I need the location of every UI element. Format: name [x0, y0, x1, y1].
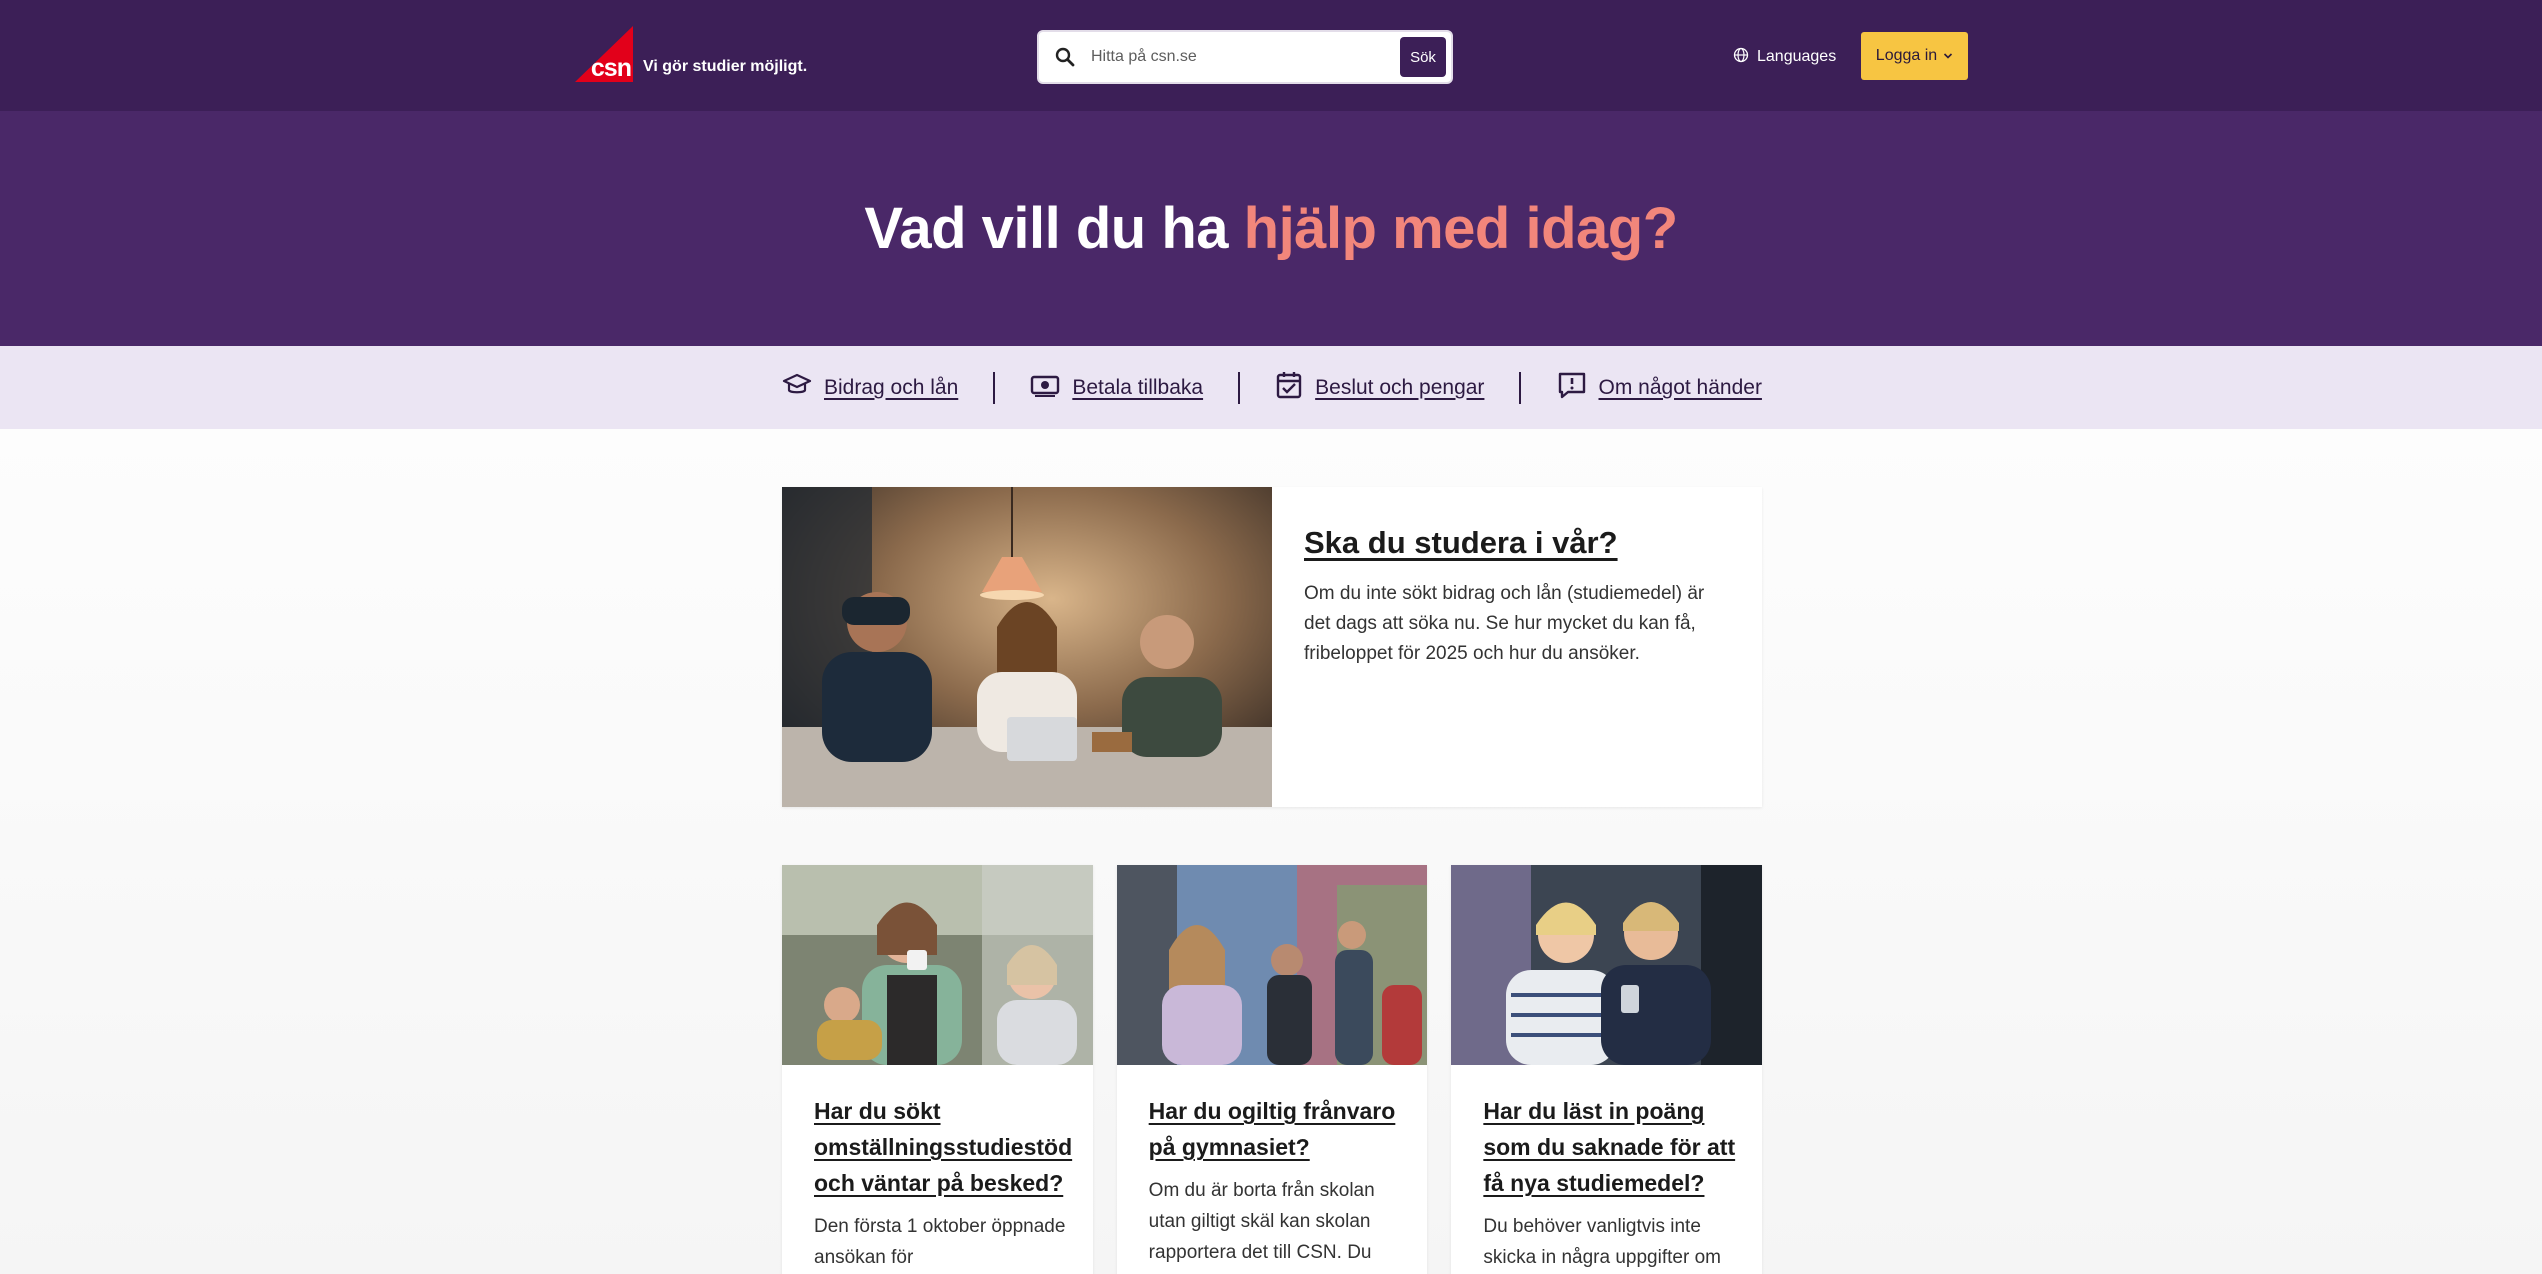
article-card: Har du läst in poäng som du saknade för … — [1451, 865, 1763, 1274]
csn-logo-mark: csn — [575, 26, 633, 82]
globe-icon — [1733, 47, 1749, 68]
chevron-down-icon — [1943, 47, 1953, 65]
featured-title-link[interactable]: Ska du studera i vår? — [1304, 525, 1618, 561]
quicknav-divider — [993, 371, 996, 404]
site-header: csn Vi gör studier möjligt. Sök Language… — [0, 0, 2542, 111]
card-text: Du behöver vanligtvis inte skicka in någ… — [1483, 1216, 1721, 1268]
featured-text: Om du inte sökt bidrag och lån (studieme… — [1304, 583, 1705, 664]
languages-button[interactable]: Languages — [1733, 42, 1836, 72]
quicknav-bidrag-och-lan[interactable]: Bidrag och lån — [782, 372, 958, 403]
card-image-parent-with-children — [782, 865, 1093, 1065]
search-icon — [1039, 32, 1091, 82]
card-image-student-at-school — [1116, 865, 1428, 1065]
featured-image-students-at-table — [782, 487, 1272, 807]
featured-body: Ska du studera i vår? Om du inte sökt bi… — [1272, 487, 1744, 807]
article-cards: Har du sökt omställningsstudiestöd och v… — [782, 865, 1763, 1274]
quicknav-om-nagot-hander[interactable]: Om något händer — [1557, 371, 1762, 404]
featured-article: Ska du studera i vår? Om du inte sökt bi… — [782, 487, 1762, 807]
card-title-link[interactable]: Har du läst in poäng som du saknade för … — [1483, 1093, 1740, 1201]
site-search: Sök — [1037, 30, 1453, 84]
search-input[interactable] — [1091, 32, 1400, 82]
card-body: Har du sökt omställningsstudiestöd och v… — [782, 1065, 1093, 1273]
article-card: Har du ogiltig frånvaro på gymnasiet? Om… — [1116, 865, 1428, 1274]
card-body: Har du läst in poäng som du saknade för … — [1451, 1065, 1762, 1273]
money-icon — [1030, 372, 1060, 403]
quicknav-beslut-och-pengar[interactable]: Beslut och pengar — [1275, 370, 1484, 405]
quicknav-label: Bidrag och lån — [824, 375, 959, 399]
hero-title-accent: hjälp med idag? — [1243, 196, 1679, 261]
article-card: Har du sökt omställningsstudiestöd och v… — [782, 865, 1093, 1274]
quicknav-label: Om något händer — [1598, 375, 1762, 399]
card-text: Om du är borta från skolan utan giltigt … — [1148, 1180, 1375, 1263]
card-text: Den första 1 oktober öppnade ansökan för — [814, 1216, 1066, 1268]
logo-tagline: Vi gör studier möjligt. — [643, 58, 808, 75]
quicknav-betala-tillbaka[interactable]: Betala tillbaka — [1030, 372, 1203, 403]
quicknav-label: Beslut och pengar — [1315, 375, 1485, 399]
card-body: Har du ogiltig frånvaro på gymnasiet? Om… — [1117, 1065, 1428, 1268]
alert-message-icon — [1557, 371, 1587, 404]
quicknav-label: Betala tillbaka — [1072, 375, 1204, 399]
hero-title-main: Vad vill du ha — [864, 196, 1244, 261]
search-button[interactable]: Sök — [1400, 37, 1446, 77]
quicknav-divider — [1238, 371, 1241, 404]
csn-logo[interactable]: csn Vi gör studier möjligt. — [575, 22, 807, 82]
card-title-link[interactable]: Har du ogiltig frånvaro på gymnasiet? — [1149, 1093, 1406, 1165]
login-label: Logga in — [1875, 47, 1938, 64]
languages-label: Languages — [1757, 48, 1837, 65]
card-image-students-with-phone — [1451, 865, 1763, 1065]
quicknav-divider — [1519, 371, 1522, 404]
hero-title: Vad vill du ha hjälp med idag? — [864, 195, 1679, 262]
card-title-link[interactable]: Har du sökt omställningsstudiestöd och v… — [814, 1093, 1072, 1201]
svg-text:csn: csn — [591, 54, 631, 82]
login-button[interactable]: Logga in — [1861, 32, 1968, 80]
calendar-check-icon — [1275, 370, 1303, 405]
graduation-cap-icon — [782, 372, 812, 403]
quick-navigation: Bidrag och lån Betala tillbaka Beslut oc… — [0, 346, 2542, 429]
hero: Vad vill du ha hjälp med idag? — [0, 111, 2542, 346]
